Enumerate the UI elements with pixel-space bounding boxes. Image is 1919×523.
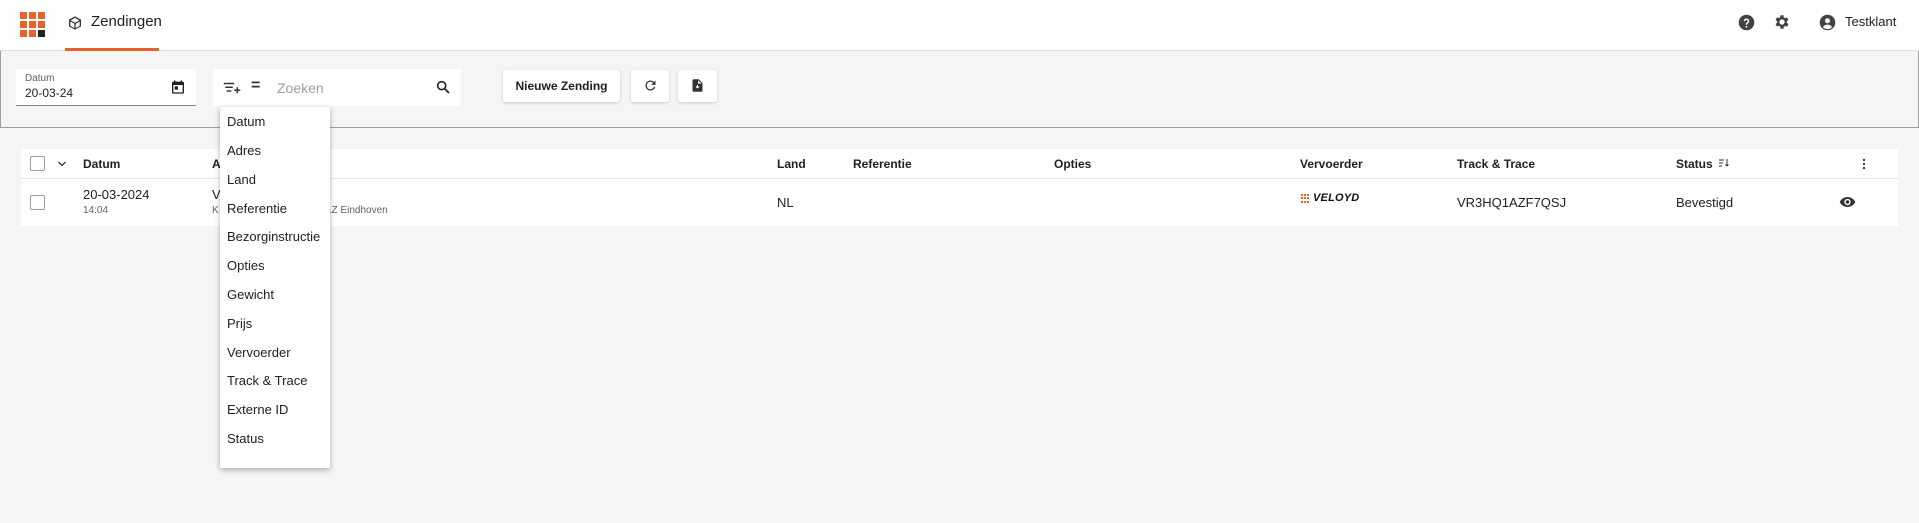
row-checkbox[interactable] <box>30 195 45 210</box>
carrier-name: VELOYD <box>1313 192 1360 204</box>
menu-item-bezorginstructie[interactable]: Bezorginstructie <box>227 229 320 244</box>
chevron-down-icon[interactable] <box>56 158 68 170</box>
calendar-icon[interactable] <box>170 79 186 95</box>
search-input[interactable] <box>277 78 427 98</box>
th-status[interactable]: Status <box>1676 157 1713 171</box>
menu-item-referentie[interactable]: Referentie <box>227 201 287 216</box>
search-icon[interactable] <box>435 79 451 95</box>
menu-item-track-trace[interactable]: Track & Trace <box>227 373 307 388</box>
th-land[interactable]: Land <box>777 157 806 171</box>
menu-item-status[interactable]: Status <box>227 431 264 446</box>
file-export-icon <box>692 79 703 92</box>
menu-item-adres[interactable]: Adres <box>227 143 261 158</box>
menu-item-prijs[interactable]: Prijs <box>227 316 252 331</box>
refresh-button[interactable] <box>631 70 669 102</box>
tab-label: Zendingen <box>91 13 162 30</box>
th-vervoerder[interactable]: Vervoerder <box>1300 157 1363 171</box>
new-shipment-button[interactable]: Nieuwe Zending <box>503 70 620 102</box>
row-status: Bevestigd <box>1676 195 1734 210</box>
export-button[interactable] <box>678 70 717 102</box>
row-address-line-start: K <box>212 205 219 216</box>
select-all-checkbox[interactable] <box>30 156 45 171</box>
menu-item-opties[interactable]: Opties <box>227 258 265 273</box>
user-name[interactable]: Testklant <box>1845 14 1896 29</box>
tab-zendingen[interactable]: Zendingen <box>65 0 162 51</box>
row-address-line-end: LZ Eindhoven <box>326 205 388 216</box>
apps-grid-icon[interactable] <box>20 12 45 37</box>
filter-add-icon[interactable] <box>223 80 241 96</box>
search-box: = <box>213 69 461 106</box>
th-opties[interactable]: Opties <box>1054 157 1091 171</box>
veloyd-logo-icon <box>1301 194 1310 203</box>
kebab-menu-icon[interactable] <box>1857 156 1871 172</box>
gear-icon[interactable] <box>1773 13 1791 31</box>
menu-item-vervoerder[interactable]: Vervoerder <box>227 345 291 360</box>
menu-item-gewicht[interactable]: Gewicht <box>227 287 274 302</box>
th-referentie[interactable]: Referentie <box>853 157 912 171</box>
date-value[interactable]: 20-03-24 <box>25 86 73 100</box>
menu-item-datum[interactable]: Datum <box>227 114 265 129</box>
eye-icon[interactable] <box>1839 195 1856 209</box>
column-filter-menu: Datum Adres Land Referentie Bezorginstru… <box>220 107 330 468</box>
th-datum[interactable]: Datum <box>83 157 120 171</box>
row-tracking[interactable]: VR3HQ1AZF7QSJ <box>1457 195 1566 210</box>
account-circle-icon[interactable] <box>1819 14 1836 31</box>
equals-icon[interactable]: = <box>251 78 265 94</box>
top-bar: Zendingen Testklant <box>0 0 1919 51</box>
package-icon <box>69 16 81 30</box>
row-time: 14:04 <box>83 205 109 216</box>
date-field[interactable]: Datum 20-03-24 <box>16 69 196 106</box>
help-icon[interactable] <box>1738 14 1755 31</box>
th-track-trace[interactable]: Track & Trace <box>1457 157 1535 171</box>
row-date: 20-03-2024 <box>83 187 150 202</box>
date-label: Datum <box>25 73 55 84</box>
menu-item-land[interactable]: Land <box>227 172 256 187</box>
refresh-icon <box>645 80 656 91</box>
menu-item-externe-id[interactable]: Externe ID <box>227 402 288 417</box>
sort-icon[interactable] <box>1718 157 1730 169</box>
row-country: NL <box>777 195 794 210</box>
